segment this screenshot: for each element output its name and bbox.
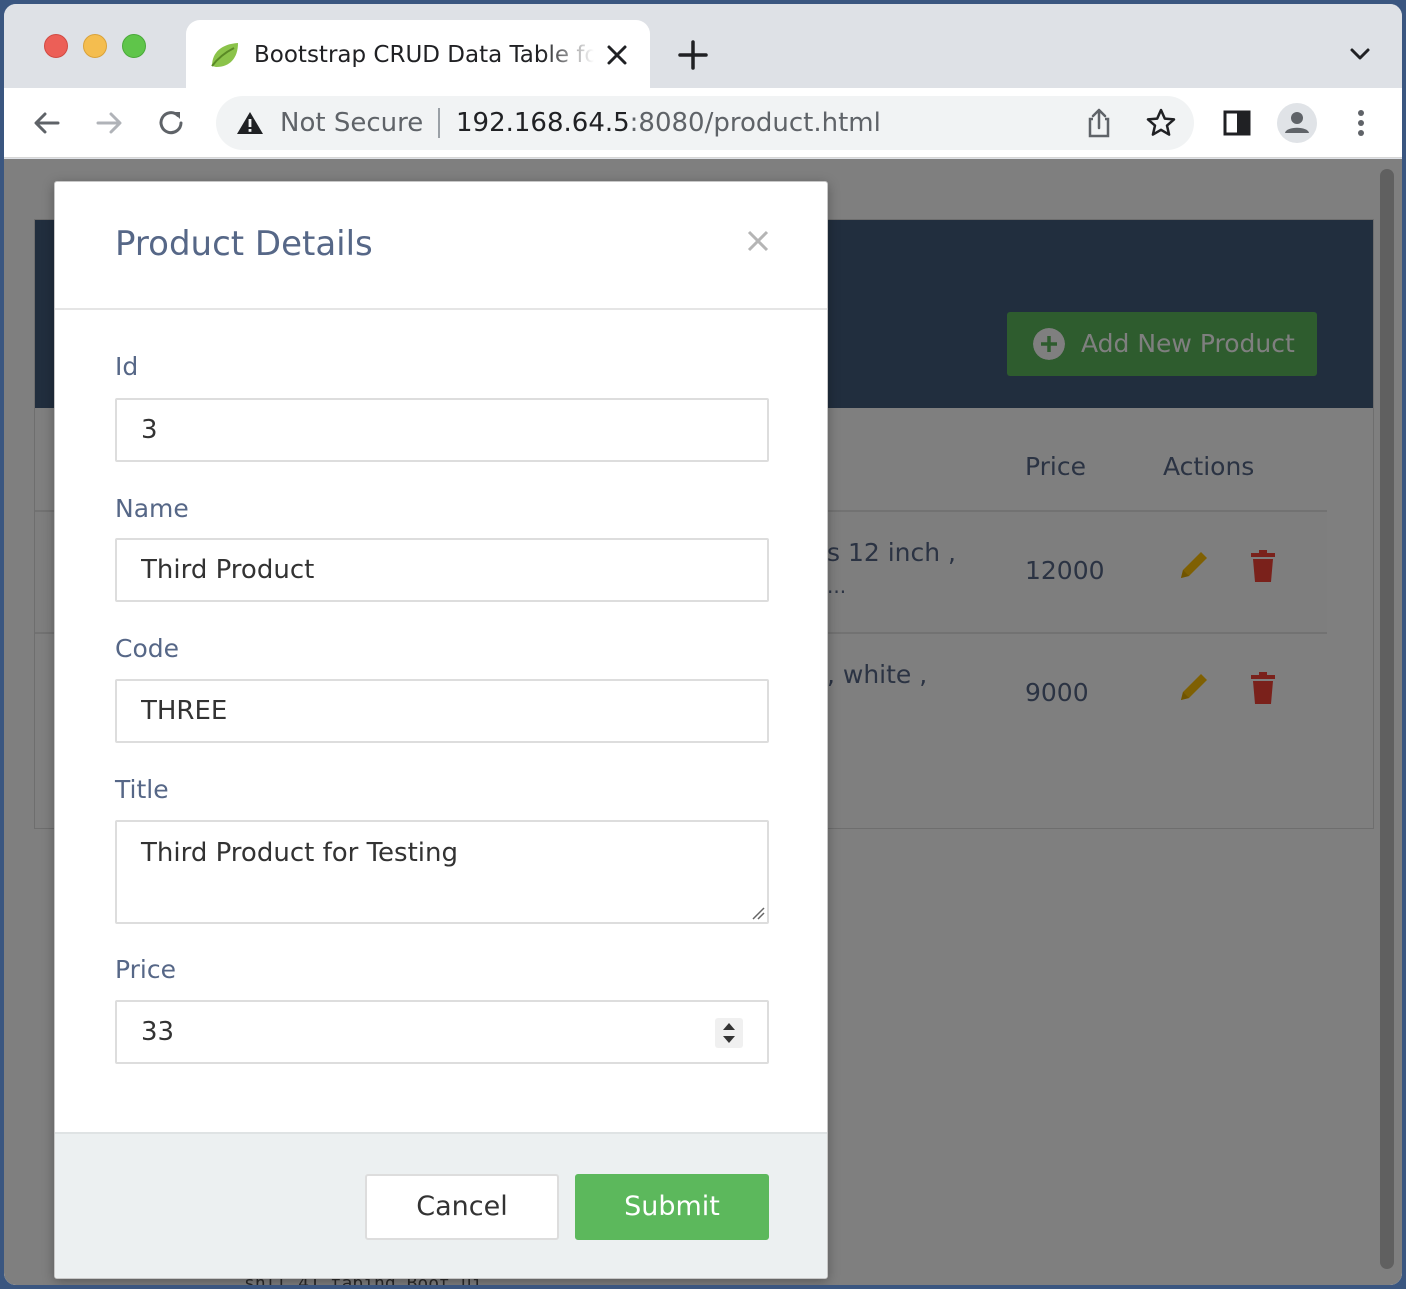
sidebar-icon[interactable] bbox=[1220, 106, 1254, 140]
submit-button[interactable]: Submit bbox=[575, 1174, 769, 1240]
name-field[interactable] bbox=[115, 538, 769, 602]
title-label: Title bbox=[115, 775, 169, 804]
address-divider bbox=[438, 108, 440, 138]
name-input[interactable] bbox=[117, 540, 767, 600]
modal-footer: Cancel Submit bbox=[55, 1132, 827, 1278]
maximize-window-button[interactable] bbox=[122, 34, 146, 58]
minimize-window-button[interactable] bbox=[83, 34, 107, 58]
share-icon[interactable] bbox=[1082, 106, 1116, 140]
star-icon[interactable] bbox=[1144, 106, 1178, 140]
code-input[interactable] bbox=[117, 681, 767, 741]
close-window-button[interactable] bbox=[44, 34, 68, 58]
tab-title: Bootstrap CRUD Data Table for bbox=[254, 42, 594, 68]
new-tab-icon[interactable] bbox=[676, 38, 710, 72]
browser-tab[interactable]: Bootstrap CRUD Data Table for bbox=[186, 20, 650, 88]
url-path: :8080/product.html bbox=[629, 108, 881, 138]
cancel-button[interactable]: Cancel bbox=[365, 1174, 559, 1240]
forward-arrow-icon[interactable] bbox=[92, 106, 126, 140]
title-textarea[interactable]: Third Product for Testing bbox=[117, 822, 767, 922]
security-label[interactable]: Not Secure bbox=[280, 108, 423, 138]
browser-toolbar: Not Secure 192.168.64.5:8080/product.htm… bbox=[4, 88, 1402, 158]
title-field[interactable]: Third Product for Testing bbox=[115, 820, 769, 924]
address-bar[interactable]: Not Secure 192.168.64.5:8080/product.htm… bbox=[216, 96, 1194, 150]
url-text[interactable]: 192.168.64.5:8080/product.html bbox=[456, 108, 881, 138]
warning-icon bbox=[237, 112, 263, 134]
product-details-modal: Product Details Id Name Code Title Third… bbox=[54, 181, 828, 1279]
id-field[interactable] bbox=[115, 398, 769, 462]
close-icon[interactable] bbox=[745, 228, 771, 254]
price-label: Price bbox=[115, 955, 176, 984]
tab-strip: Bootstrap CRUD Data Table for bbox=[4, 4, 1402, 88]
close-tab-icon[interactable] bbox=[604, 42, 630, 68]
leaf-favicon-icon bbox=[211, 43, 238, 67]
spinner-icon[interactable] bbox=[715, 1018, 743, 1048]
id-input[interactable] bbox=[117, 400, 767, 460]
name-label: Name bbox=[115, 494, 189, 523]
code-label: Code bbox=[115, 634, 180, 663]
url-host: 192.168.64.5 bbox=[456, 108, 630, 138]
browser-window: Bootstrap CRUD Data Table for Not Secure… bbox=[4, 4, 1402, 1285]
modal-header: Product Details bbox=[55, 182, 827, 310]
modal-title: Product Details bbox=[115, 224, 373, 264]
reload-icon[interactable] bbox=[154, 106, 188, 140]
kebab-menu-icon[interactable] bbox=[1344, 106, 1378, 140]
price-input[interactable] bbox=[117, 1002, 767, 1062]
price-field[interactable] bbox=[115, 1000, 769, 1064]
resize-grip-icon[interactable] bbox=[751, 906, 765, 920]
code-field[interactable] bbox=[115, 679, 769, 743]
profile-icon[interactable] bbox=[1276, 102, 1318, 144]
chevron-down-icon[interactable] bbox=[1346, 40, 1374, 68]
page-content: Add New Product Price Actions s 12 inch … bbox=[4, 159, 1402, 1285]
back-arrow-icon[interactable] bbox=[30, 106, 64, 140]
id-label: Id bbox=[115, 352, 139, 381]
